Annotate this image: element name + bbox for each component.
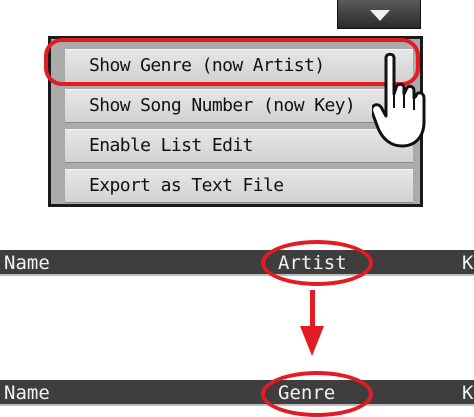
menu-item-export-text-file[interactable]: Export as Text File (65, 169, 413, 203)
column-name-label: Name (4, 252, 50, 274)
column-name-label: Name (4, 382, 50, 404)
pointing-hand-icon (372, 52, 426, 148)
down-arrow-head-icon (300, 326, 324, 356)
column-header-before: Name Artist K (0, 250, 474, 276)
genre-highlight-ring (261, 371, 373, 417)
down-arrow-icon (310, 290, 315, 330)
artist-highlight-ring (261, 240, 373, 286)
chevron-down-icon (370, 10, 390, 21)
dropdown-toggle-button[interactable] (337, 0, 421, 29)
menu-item-show-song-number[interactable]: Show Song Number (now Key) (65, 89, 413, 123)
column-key-label: K (462, 382, 474, 404)
menu-item-enable-list-edit[interactable]: Enable List Edit (65, 129, 413, 163)
highlight-callout (44, 38, 420, 86)
column-header-after: Name Genre K (0, 380, 474, 406)
column-key-label: K (462, 252, 474, 274)
